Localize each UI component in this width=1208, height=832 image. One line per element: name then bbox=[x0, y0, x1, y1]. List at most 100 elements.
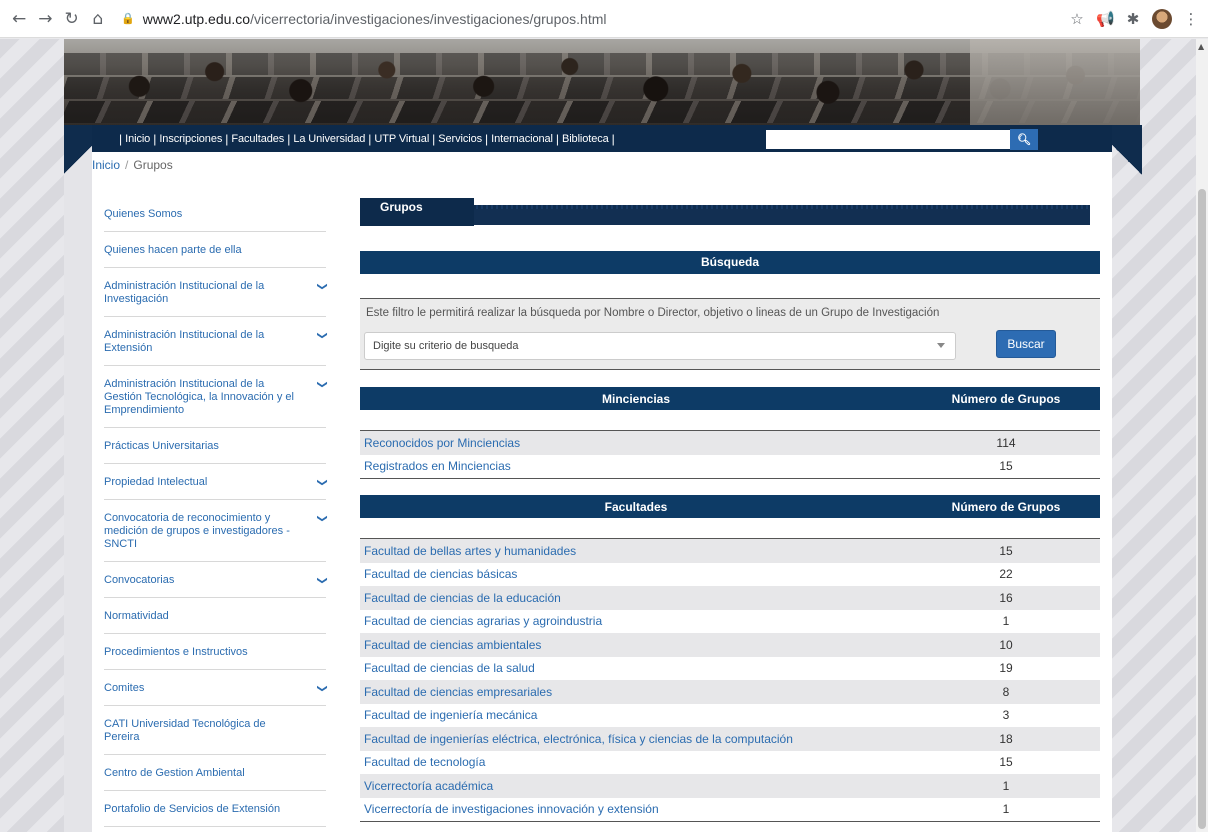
puzzle-extensions-icon[interactable]: ✱ bbox=[1124, 10, 1142, 28]
row-link[interactable]: Facultad de tecnología bbox=[360, 755, 912, 769]
chevron-down-icon[interactable]: ❯ bbox=[315, 282, 328, 290]
scroll-up-arrow-icon[interactable]: ▲ bbox=[1198, 42, 1204, 51]
row-link[interactable]: Facultad de ingeniería mecánica bbox=[360, 708, 912, 722]
row-count: 15 bbox=[999, 459, 1013, 474]
sidebar-item[interactable]: Administración Institucional de la Inves… bbox=[104, 268, 328, 317]
sidebar-item[interactable]: Convocatoria de reconocimiento y medició… bbox=[104, 500, 328, 562]
row-count: 19 bbox=[999, 661, 1013, 676]
nav-link-la-universidad[interactable]: La Universidad bbox=[293, 133, 365, 145]
sidebar-item[interactable]: Quienes Somos bbox=[104, 196, 326, 232]
chevron-down-icon[interactable]: ❯ bbox=[315, 514, 328, 522]
sidebar-item[interactable]: Quienes hacen parte de ella bbox=[104, 232, 326, 268]
star-bookmark-icon[interactable]: ☆ bbox=[1068, 10, 1086, 28]
reload-icon[interactable]: ↻ bbox=[59, 5, 85, 33]
row-link[interactable]: Facultad de ciencias agrarias y agroindu… bbox=[360, 614, 912, 628]
sidebar-item-label: Convocatorias bbox=[104, 574, 175, 586]
scrollbar[interactable]: ▲ bbox=[1196, 39, 1208, 832]
row-count: 18 bbox=[999, 731, 1013, 746]
row-link[interactable]: Vicerrectoría académica bbox=[360, 779, 912, 793]
sidebar-item[interactable]: Portafolio de Servicios de Extensión bbox=[104, 791, 326, 827]
site-search-input[interactable] bbox=[766, 130, 1010, 149]
nav-link-servicios[interactable]: Servicios bbox=[438, 133, 482, 145]
sidebar-item-label: Quienes Somos bbox=[104, 208, 183, 220]
nav-link-inicio[interactable]: Inicio bbox=[125, 133, 150, 145]
sidebar-item-label: Centro de Gestion Ambiental bbox=[104, 767, 245, 779]
nav-link-internacional[interactable]: Internacional bbox=[491, 133, 553, 145]
row-link[interactable]: Reconocidos por Minciencias bbox=[360, 436, 912, 450]
forward-arrow-icon[interactable]: → bbox=[32, 5, 58, 33]
sidebar-item-label: Convocatoria de reconocimiento y medició… bbox=[104, 512, 290, 550]
nav-link-facultades[interactable]: Facultades bbox=[231, 133, 284, 145]
sidebar-item[interactable]: Convocatorias ❯ bbox=[104, 562, 328, 598]
chevron-down-icon[interactable]: ❯ bbox=[315, 576, 328, 584]
sidebar-item[interactable]: Propiedad Intelectual ❯ bbox=[104, 464, 328, 500]
nav-link-utp-virtual[interactable]: UTP Virtual bbox=[374, 133, 429, 145]
sidebar-item[interactable]: Plataforma SOLI bbox=[104, 827, 326, 832]
address-bar[interactable]: 🔒 www2.utp.edu.co/vicerrectoria/investig… bbox=[121, 5, 1068, 33]
table-row: Facultad de ciencias agrarias y agroindu… bbox=[360, 609, 1100, 633]
row-link[interactable]: Facultad de ingenierías eléctrica, elect… bbox=[360, 732, 912, 746]
sidebar-item-label: CATI Universidad Tecnológica de Pereira bbox=[104, 718, 266, 743]
row-link[interactable]: Facultad de bellas artes y humanidades bbox=[360, 544, 912, 558]
sidebar-item[interactable]: Administración Institucional de la Exten… bbox=[104, 317, 328, 366]
facultades-table-header: Facultades Número de Grupos bbox=[360, 495, 1100, 518]
sidebar-item-label: Comites bbox=[104, 682, 145, 694]
row-count: 3 bbox=[1002, 708, 1010, 723]
chevron-down-icon[interactable]: ❯ bbox=[315, 478, 328, 486]
sidebar-menu: Quienes Somos Quienes hacen parte de ella… bbox=[104, 196, 328, 832]
header-banner-photo bbox=[64, 39, 1140, 125]
row-link[interactable]: Facultad de ciencias de la salud bbox=[360, 661, 912, 675]
nav-separator: | bbox=[119, 131, 123, 146]
chevron-down-icon bbox=[937, 343, 945, 348]
row-link[interactable]: Vicerrectoría de investigaciones innovac… bbox=[360, 802, 912, 816]
url-host: www2.utp.edu.co bbox=[142, 10, 251, 27]
sidebar-item[interactable]: Centro de Gestion Ambiental bbox=[104, 755, 326, 791]
nav-separator: | bbox=[287, 131, 291, 146]
row-count: 22 bbox=[999, 567, 1013, 582]
search-icon[interactable]: 🔍︎ bbox=[1010, 129, 1038, 150]
sidebar-item-label: Normatividad bbox=[104, 610, 169, 622]
menu-dots-icon[interactable]: ⋮ bbox=[1182, 10, 1200, 28]
nav-link-biblioteca[interactable]: Biblioteca bbox=[562, 133, 609, 145]
filter-description: Este filtro le permitirá realizar la bús… bbox=[366, 307, 940, 319]
profile-avatar[interactable] bbox=[1152, 8, 1172, 29]
scrollbar-thumb[interactable] bbox=[1198, 189, 1206, 829]
sidebar-item[interactable]: Normatividad bbox=[104, 598, 326, 634]
lock-icon: 🔒 bbox=[121, 12, 135, 25]
minciencias-table-header: Minciencias Número de Grupos bbox=[360, 387, 1100, 410]
row-count: 15 bbox=[999, 755, 1013, 770]
search-criteria-select[interactable]: Digite su criterio de busqueda bbox=[364, 332, 956, 360]
chevron-down-icon[interactable]: ❯ bbox=[315, 331, 328, 339]
chevron-down-icon[interactable]: ❯ bbox=[315, 380, 328, 388]
row-count: 114 bbox=[996, 435, 1016, 450]
sidebar-item-label: Portafolio de Servicios de Extensión bbox=[104, 803, 281, 815]
main-column: Grupos Búsqueda Este filtro le permitirá… bbox=[360, 198, 1100, 822]
back-arrow-icon[interactable]: ← bbox=[6, 5, 32, 33]
sidebar-item[interactable]: Comites ❯ bbox=[104, 670, 328, 706]
row-link[interactable]: Facultad de ciencias de la educación bbox=[360, 591, 912, 605]
nav-separator: | bbox=[485, 131, 489, 146]
chevron-down-icon[interactable]: ❯ bbox=[315, 684, 328, 692]
breadcrumb-current: Grupos bbox=[133, 158, 173, 172]
buscar-button[interactable]: Buscar bbox=[996, 330, 1056, 358]
sidebar-item[interactable]: Procedimientos e Instructivos bbox=[104, 634, 326, 670]
row-count: 1 bbox=[1002, 802, 1010, 817]
table-row: Facultad de ciencias ambientales 10 bbox=[360, 633, 1100, 657]
sidebar-item-label: Administración Institucional de la Exten… bbox=[104, 329, 265, 354]
sidebar-item-label: Quienes hacen parte de ella bbox=[104, 244, 242, 256]
browser-toolbar: ← → ↻ ⌂ 🔒 www2.utp.edu.co/vicerrectoria/… bbox=[0, 0, 1208, 38]
content-area: Inicio / Grupos Quienes Somos Quienes hacen… bbox=[92, 152, 1112, 832]
sidebar-item[interactable]: Administración Institucional de la Gesti… bbox=[104, 366, 328, 428]
sidebar-item[interactable]: Prácticas Universitarias bbox=[104, 428, 326, 464]
row-link[interactable]: Facultad de ciencias ambientales bbox=[360, 638, 912, 652]
nav-link-inscripciones[interactable]: Inscripciones bbox=[159, 133, 222, 145]
row-link[interactable]: Registrados en Minciencias bbox=[360, 459, 912, 473]
breadcrumb-home-link[interactable]: Inicio bbox=[92, 158, 120, 172]
row-link[interactable]: Facultad de ciencias empresariales bbox=[360, 685, 912, 699]
megaphone-extension-icon[interactable]: 📢 bbox=[1096, 10, 1115, 28]
home-icon[interactable]: ⌂ bbox=[85, 5, 111, 33]
sidebar-item-label: Prácticas Universitarias bbox=[104, 440, 219, 452]
row-link[interactable]: Facultad de ciencias básicas bbox=[360, 567, 912, 581]
sidebar-item[interactable]: CATI Universidad Tecnológica de Pereira bbox=[104, 706, 326, 755]
row-count: 1 bbox=[1002, 614, 1010, 629]
